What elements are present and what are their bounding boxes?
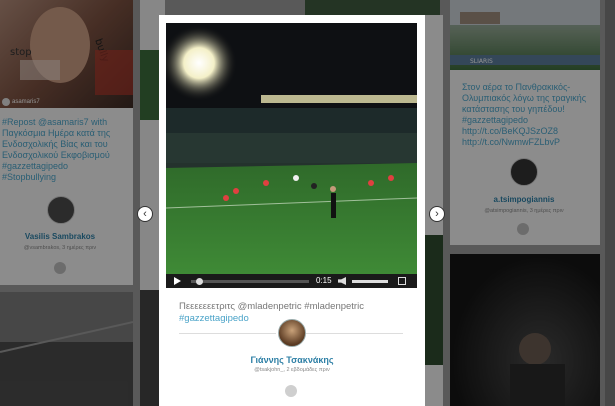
next-arrow-icon[interactable]: › (429, 206, 445, 222)
divider (179, 333, 276, 334)
video-player[interactable]: 0:15 (166, 23, 417, 288)
caption-hashtag[interactable]: #gazzettagipedo (179, 313, 249, 324)
instagram-icon[interactable] (285, 385, 297, 397)
volume-slider[interactable] (352, 280, 388, 283)
video-controls: 0:15 (166, 274, 417, 288)
avatar (278, 319, 306, 347)
username[interactable]: Γιάννης Τσακνάκης (159, 355, 425, 365)
volume-icon[interactable] (338, 277, 346, 285)
post-meta: @tsakjohn_, 2 εβδομάδες πριν (254, 367, 330, 373)
play-icon[interactable] (174, 277, 181, 285)
post-modal: 0:15 Πεεεεεεετριτς @mladenpetric #mladen… (159, 15, 425, 406)
football-match-video-frame (166, 23, 417, 288)
video-time: 0:15 (316, 276, 332, 285)
previous-arrow-icon[interactable]: ‹ (137, 206, 153, 222)
video-progress-handle[interactable] (195, 278, 203, 285)
video-progress-bar[interactable] (191, 278, 309, 285)
divider (306, 333, 403, 334)
caption-text: Πεεεεεεετριτς @mladenpetric #mladenpetri… (179, 301, 364, 312)
fullscreen-icon[interactable] (398, 277, 406, 285)
